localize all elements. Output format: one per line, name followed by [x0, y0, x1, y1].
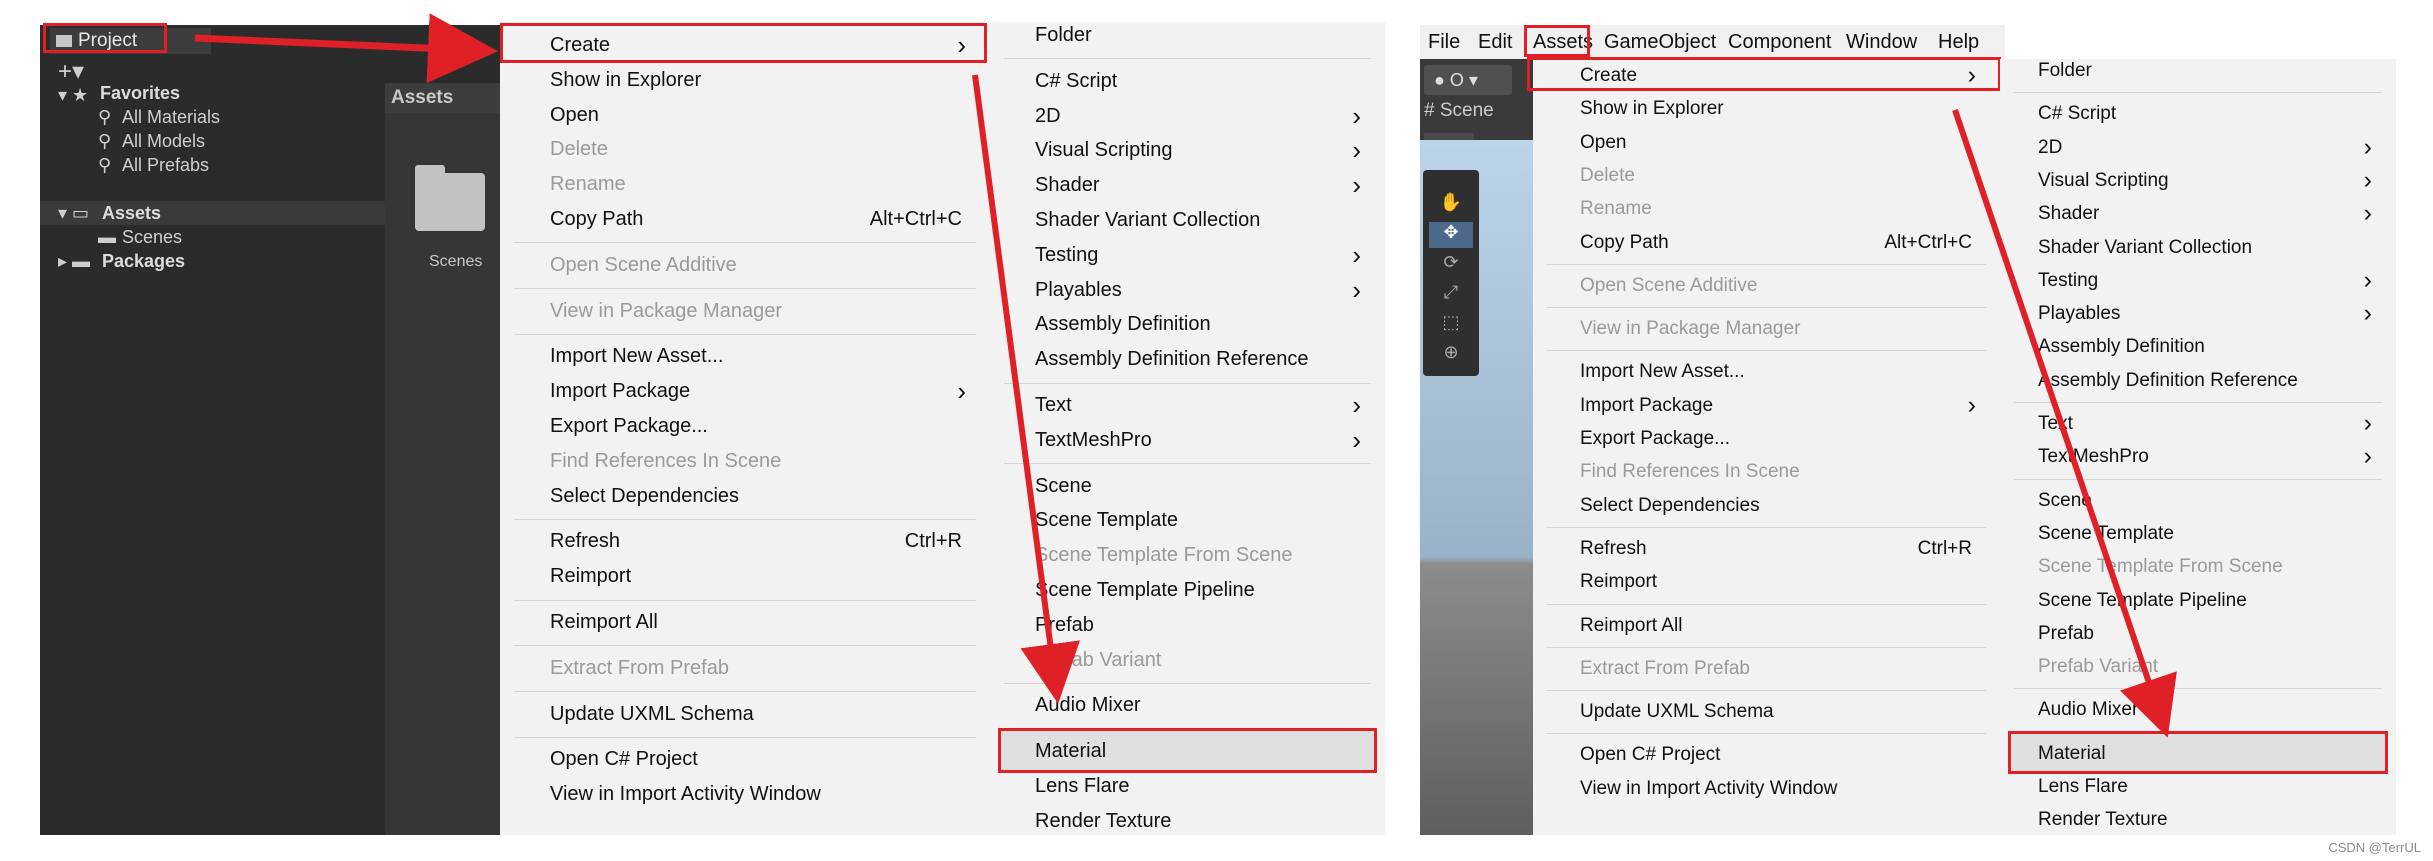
arrow-create-to-material	[972, 74, 1081, 704]
annotation-arrows	[194, 13, 2177, 738]
arrow-create-to-material-right	[1952, 109, 2177, 738]
arrow-project-to-create	[194, 13, 498, 84]
watermark: CSDN @TerrUL	[2328, 840, 2421, 855]
